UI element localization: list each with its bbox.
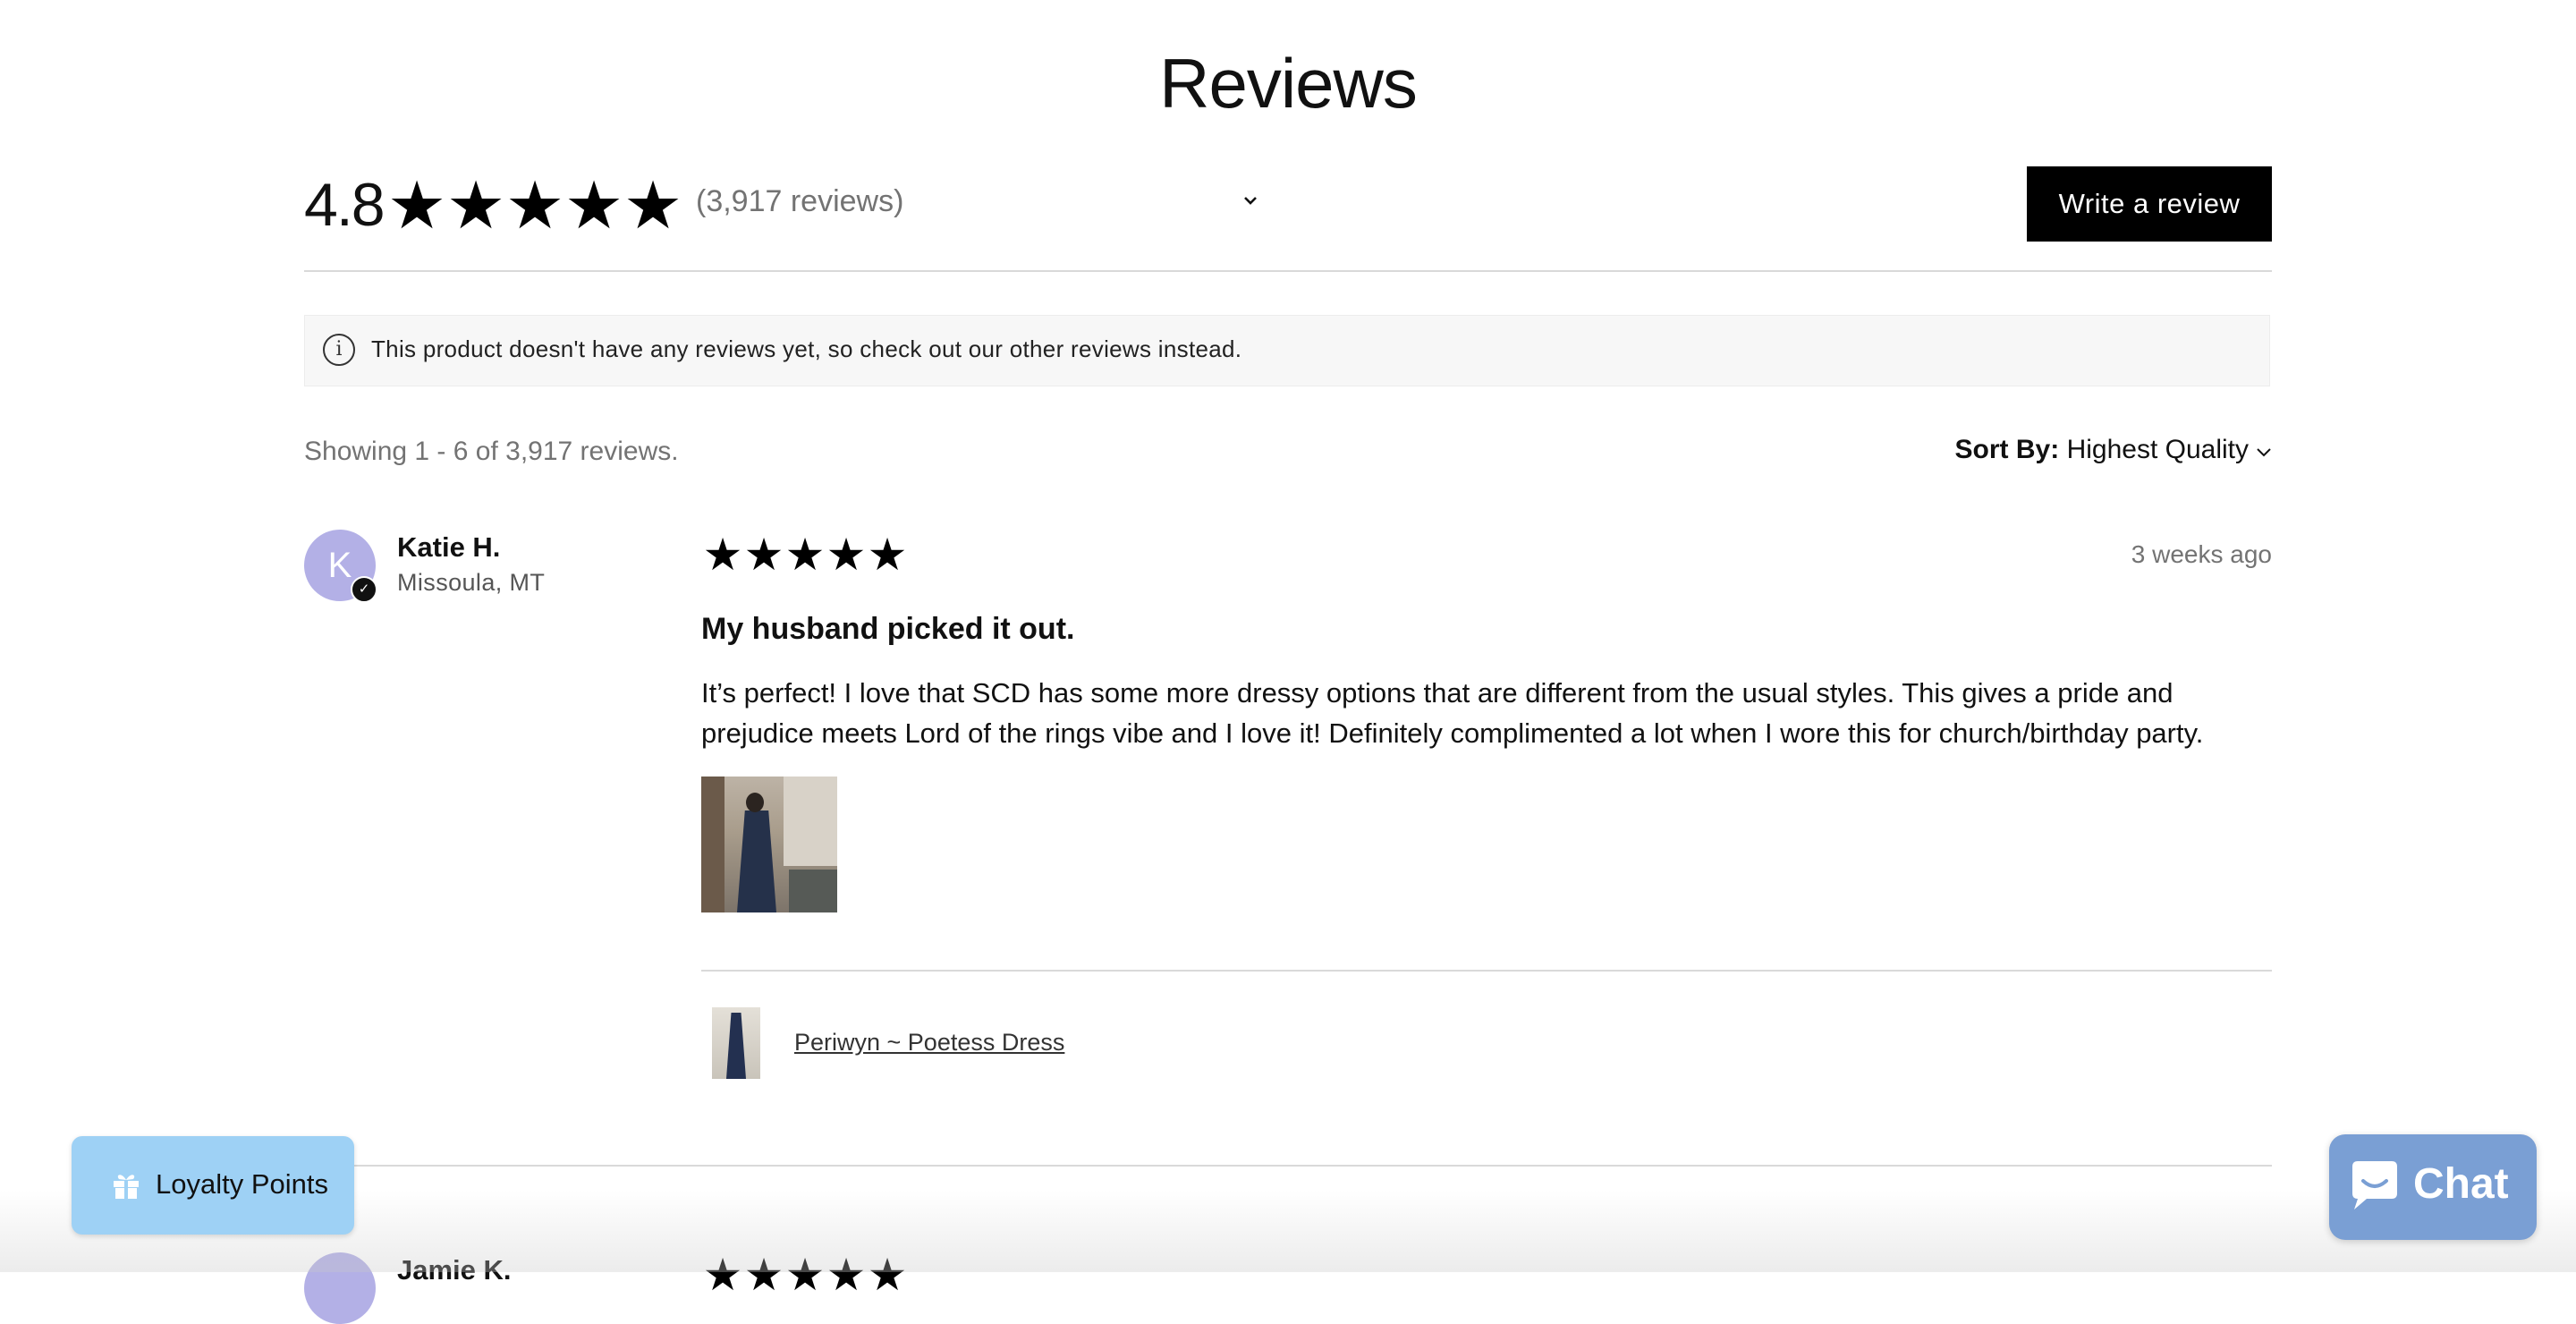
review-count[interactable]: (3,917 reviews): [696, 184, 903, 219]
star-icon: ★: [784, 530, 826, 580]
star-icon: ★: [826, 530, 867, 580]
star-icon: ★: [784, 1250, 826, 1300]
verified-check-icon: ✓: [351, 576, 377, 603]
reviewer-name: Katie H.: [397, 531, 501, 563]
star-icon: ★: [743, 530, 784, 580]
average-rating: 4.8: [304, 171, 386, 239]
chat-bubble-icon: [2352, 1161, 2397, 1209]
chat-label: Chat: [2413, 1160, 2509, 1208]
star-icon: ★: [743, 1250, 784, 1300]
divider: [304, 1165, 2272, 1167]
star-icon: ★: [867, 1250, 908, 1300]
product-link[interactable]: Periwyn ~ Poetess Dress: [794, 1029, 1064, 1057]
avatar: K ✓: [304, 530, 377, 603]
review-photo[interactable]: [701, 777, 837, 912]
chat-button[interactable]: Chat: [2329, 1134, 2537, 1240]
review-date: 3 weeks ago: [2131, 540, 2272, 568]
star-icon: ★: [504, 168, 564, 242]
reviewer-name: Jamie K.: [397, 1254, 512, 1286]
summary-stars: ★★★★★: [386, 166, 682, 245]
avatar-initial: K: [327, 546, 352, 585]
star-icon: ★: [702, 530, 743, 580]
product-thumbnail[interactable]: [712, 1007, 760, 1079]
avatar: [304, 1252, 376, 1324]
review-stars: ★★★★★: [701, 528, 908, 581]
info-icon: i: [323, 334, 355, 366]
divider: [304, 270, 2272, 272]
star-icon: ★: [826, 1250, 867, 1300]
star-icon: ★: [867, 530, 908, 580]
write-review-button[interactable]: Write a review: [2027, 166, 2272, 242]
review-body: It’s perfect! I love that SCD has some m…: [701, 677, 2204, 749]
divider: [701, 970, 2272, 972]
sort-dropdown[interactable]: Sort By: Highest Quality: [1955, 435, 2272, 465]
notice-text: This product doesn't have any reviews ye…: [371, 335, 1242, 362]
star-icon: ★: [702, 1250, 743, 1300]
reviewer-location: Missoula, MT: [397, 569, 546, 596]
star-icon: ★: [386, 168, 446, 242]
rating-summary: 4.8 ★★★★★ (3,917 reviews) Write a review: [304, 166, 2272, 245]
info-notice: i This product doesn't have any reviews …: [304, 315, 2270, 386]
loyalty-label: Loyalty Points: [156, 1168, 328, 1200]
chevron-down-icon: [2256, 440, 2272, 463]
page-title: Reviews: [1159, 44, 1418, 123]
loyalty-points-button[interactable]: Loyalty Points: [72, 1136, 354, 1235]
review-stars: ★★★★★: [701, 1249, 908, 1301]
sort-label: Sort By:: [1954, 435, 2060, 464]
chevron-down-icon[interactable]: [1238, 188, 1263, 213]
gift-icon: [114, 1175, 139, 1199]
bottom-shade: [0, 1190, 2576, 1272]
star-icon: ★: [564, 168, 623, 242]
showing-count: Showing 1 - 6 of 3,917 reviews.: [304, 437, 679, 466]
sort-value: Highest Quality: [2066, 435, 2249, 464]
star-icon: ★: [623, 168, 682, 242]
star-icon: ★: [445, 168, 505, 242]
review-title: My husband picked it out.: [701, 612, 1075, 646]
